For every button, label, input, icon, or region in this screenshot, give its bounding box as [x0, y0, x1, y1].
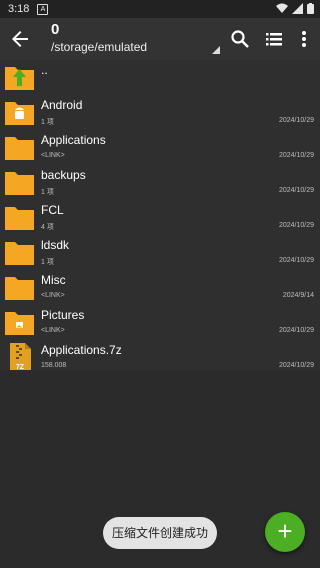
- folder-icon: [5, 242, 34, 265]
- item-date: 2024/10/29: [278, 152, 314, 159]
- item-meta: 1 项: [41, 259, 54, 266]
- folder-icon: [5, 207, 34, 230]
- more-vert-icon[interactable]: [292, 27, 316, 51]
- archive-7z-icon: 7Z: [10, 343, 31, 371]
- item-name: ..: [41, 63, 48, 77]
- item-meta: 1 项: [41, 119, 54, 126]
- list-item-pictures[interactable]: Pictures <LINK> 2024/10/29: [0, 305, 320, 340]
- folder-icon: [5, 172, 34, 195]
- list-item-applications[interactable]: Applications <LINK> 2024/10/29: [0, 130, 320, 165]
- item-meta: 1 项: [41, 189, 54, 196]
- item-name: Android: [41, 98, 83, 112]
- search-icon[interactable]: [228, 27, 252, 51]
- list-item-ldsdk[interactable]: ldsdk 1 项 2024/10/29: [0, 235, 320, 270]
- add-fab-button[interactable]: +: [265, 512, 305, 552]
- notification-icon: A: [37, 3, 49, 15]
- item-count: 0: [51, 21, 60, 38]
- signal-icon: [292, 3, 303, 14]
- item-date: 2024/10/29: [278, 187, 314, 194]
- battery-icon: [307, 3, 314, 14]
- item-meta: <LINK>: [41, 327, 65, 334]
- list-item-parent[interactable]: ..: [0, 60, 320, 95]
- list-item-fcl[interactable]: FCL 4 项 2024/10/29: [0, 200, 320, 235]
- list-item-misc[interactable]: Misc <LINK> 2024/9/14: [0, 270, 320, 305]
- file-list: .. Android 1 项 2024/10/29 Applications <…: [0, 60, 320, 375]
- item-date: 2024/9/14: [282, 292, 314, 299]
- android-folder-icon: [5, 102, 34, 125]
- path-dropdown-indicator[interactable]: [212, 46, 220, 54]
- item-date: 2024/10/29: [278, 257, 314, 264]
- item-name: backups: [41, 168, 86, 182]
- item-name: Pictures: [41, 308, 85, 322]
- status-bar: 3:18 A: [0, 0, 320, 18]
- item-name: Misc: [41, 273, 66, 287]
- item-meta: 4 项: [41, 224, 54, 231]
- status-time: 3:18: [8, 3, 30, 15]
- wifi-icon: [276, 3, 288, 13]
- folder-icon: [5, 137, 34, 160]
- item-name: Applications.7z: [41, 343, 122, 357]
- back-arrow-icon[interactable]: [8, 27, 32, 51]
- folder-icon: [5, 277, 34, 300]
- toast-message: 压缩文件创建成功: [103, 517, 217, 549]
- parent-folder-icon: [5, 67, 34, 90]
- current-path[interactable]: /storage/emulated: [51, 40, 147, 54]
- list-item-backups[interactable]: backups 1 项 2024/10/29: [0, 165, 320, 200]
- status-icons: [276, 3, 314, 14]
- item-name: FCL: [41, 203, 64, 217]
- list-item-android[interactable]: Android 1 项 2024/10/29: [0, 95, 320, 130]
- item-date: 2024/10/29: [278, 327, 314, 334]
- list-view-icon[interactable]: [262, 27, 286, 51]
- item-name: Applications: [41, 133, 106, 147]
- item-meta: 158.008: [41, 362, 67, 369]
- item-name: ldsdk: [41, 238, 70, 252]
- item-meta: <LINK>: [41, 152, 65, 159]
- item-date: 2024/10/29: [278, 222, 314, 229]
- toolbar: 0 /storage/emulated: [0, 18, 320, 60]
- item-date: 2024/10/29: [278, 362, 314, 369]
- item-meta: <LINK>: [41, 292, 65, 299]
- pictures-folder-icon: [5, 312, 34, 335]
- item-date: 2024/10/29: [278, 117, 314, 124]
